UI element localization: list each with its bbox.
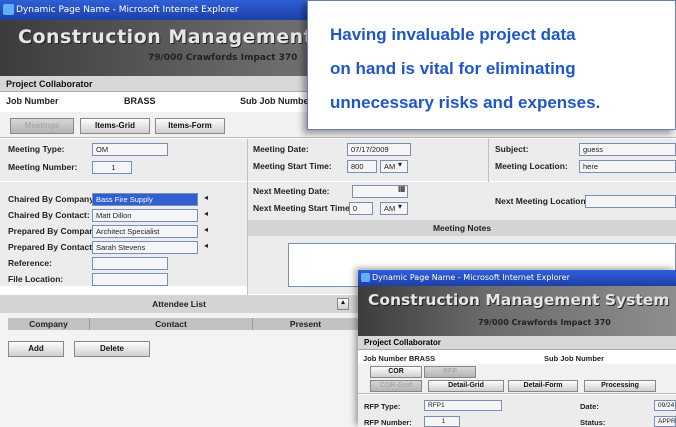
rfp-job-number: Job Number BRASS [363,354,436,363]
callout-line-1: Having invaluable project data [330,25,576,44]
ie-icon [361,273,370,282]
collapse-icon[interactable]: ▴ [337,298,349,310]
chevron-down-icon: ▾ [398,202,403,211]
next-location-label: Next Meeting Location: [495,196,589,206]
calendar-icon[interactable]: ▦ [398,184,406,193]
meeting-number-label: Meeting Number: [8,162,78,172]
detail-form-button[interactable]: Detail-Form [508,380,578,392]
subject-field[interactable]: guess [579,143,676,156]
rfp-project-name: 79/000 Crawfords Impact 370 [478,318,611,327]
chaired-contact-field[interactable]: Matt Dillon [92,209,198,222]
rfp-app-header: Construction Management System 79/000 Cr… [358,286,676,336]
next-location-field[interactable] [585,195,676,208]
meeting-number-field[interactable]: 1 [92,161,132,174]
lookup-icon[interactable]: ◂ [204,209,208,218]
processing-button[interactable]: Processing [584,380,656,392]
meeting-location-field[interactable]: here [579,160,676,173]
column-header-contact[interactable]: Contact [90,318,253,330]
items-form-button[interactable]: Items-Form [155,118,225,134]
meeting-notes-header: Meeting Notes [248,220,676,236]
rfp-window-titlebar: Dynamic Page Name - Microsoft Internet E… [358,270,676,286]
rfp-window-title: Dynamic Page Name - Microsoft Internet E… [372,273,570,282]
meeting-start-field[interactable]: 800 [347,160,377,173]
chevron-down-icon: ▾ [398,160,403,169]
meeting-date-label: Meeting Date: [253,144,309,154]
job-number-value: BRASS [124,96,156,106]
marketing-callout: Having invaluable project data on hand i… [307,0,676,130]
rfp-status-field[interactable]: APPR [654,416,676,427]
reference-label: Reference: [8,258,52,268]
rfp-type-label: RFP Type: [364,402,401,411]
lookup-icon[interactable]: ◂ [204,241,208,250]
rfp-date-label: Date: [580,402,599,411]
lookup-icon[interactable]: ◂ [204,225,208,234]
column-header-present[interactable]: Present [253,318,358,330]
rfp-collaborator-bar: Project Collaborator [358,336,676,350]
meeting-date-field[interactable]: 07/17/2009 [347,143,411,156]
cor-grid-button[interactable]: COR-Grid [370,380,422,392]
meeting-type-field[interactable]: OM [92,143,168,156]
meeting-ampm-select[interactable]: AM [380,160,408,173]
next-start-label: Next Meeting Start Time: [253,203,353,213]
ie-icon [3,4,14,15]
delete-button[interactable]: Delete [74,341,150,357]
prepared-company-field[interactable]: Architect Specialist [92,225,198,238]
rfp-sub-job-number: Sub Job Number [544,354,605,363]
meeting-location-label: Meeting Location: [495,161,568,171]
add-button[interactable]: Add [8,341,64,357]
next-meeting-date-label: Next Meeting Date: [253,186,330,196]
attendee-list-header: Attendee List [0,295,358,313]
rfp-status-label: Status: [580,418,606,427]
next-ampm-select[interactable]: AM [380,202,408,215]
chaired-company-field[interactable]: Bass Fire Supply [92,193,198,206]
rfp-button[interactable]: RFP [424,366,476,378]
file-location-label: File Location: [8,274,64,284]
lookup-icon[interactable]: ◂ [204,193,208,202]
prepared-company-label: Prepared By Company: [8,226,102,236]
reference-field[interactable] [92,257,168,270]
callout-line-3: unnecessary risks and expenses. [330,93,601,112]
rfp-number-label: RFP Number: [364,418,412,427]
project-name: 79/000 Crawfords Impact 370 [148,53,298,63]
meetings-button[interactable]: Meetings [10,118,74,134]
chaired-contact-label: Chaired By Contact: [8,210,90,220]
meeting-type-label: Meeting Type: [8,144,65,154]
rfp-app-name: Construction Management System [368,291,670,309]
callout-line-2: on hand is vital for eliminating [330,59,576,78]
file-location-field[interactable] [92,273,168,286]
detail-grid-button[interactable]: Detail-Grid [428,380,504,392]
rfp-number-field[interactable]: 1 [424,416,460,427]
sub-job-number-label: Sub Job Number [240,96,313,106]
meeting-start-label: Meeting Start Time: [253,161,332,171]
prepared-contact-field[interactable]: Sarah Stevens [92,241,198,254]
prepared-contact-label: Prepared By Contact: [8,242,95,252]
attendee-panel [0,313,358,427]
cor-button[interactable]: COR [370,366,422,378]
column-header-company[interactable]: Company [8,318,90,330]
rfp-type-field[interactable]: RFP1 [424,400,502,411]
items-grid-button[interactable]: Items-Grid [80,118,150,134]
rfp-date-field[interactable]: 09/24 [654,400,676,411]
chaired-company-label: Chaired By Company: [8,194,97,204]
rfp-window: Dynamic Page Name - Microsoft Internet E… [358,270,676,427]
subject-label: Subject: [495,144,529,154]
job-number-label: Job Number [6,96,59,106]
window-title: Dynamic Page Name - Microsoft Internet E… [16,5,239,15]
next-start-field[interactable]: 0 [349,202,373,215]
